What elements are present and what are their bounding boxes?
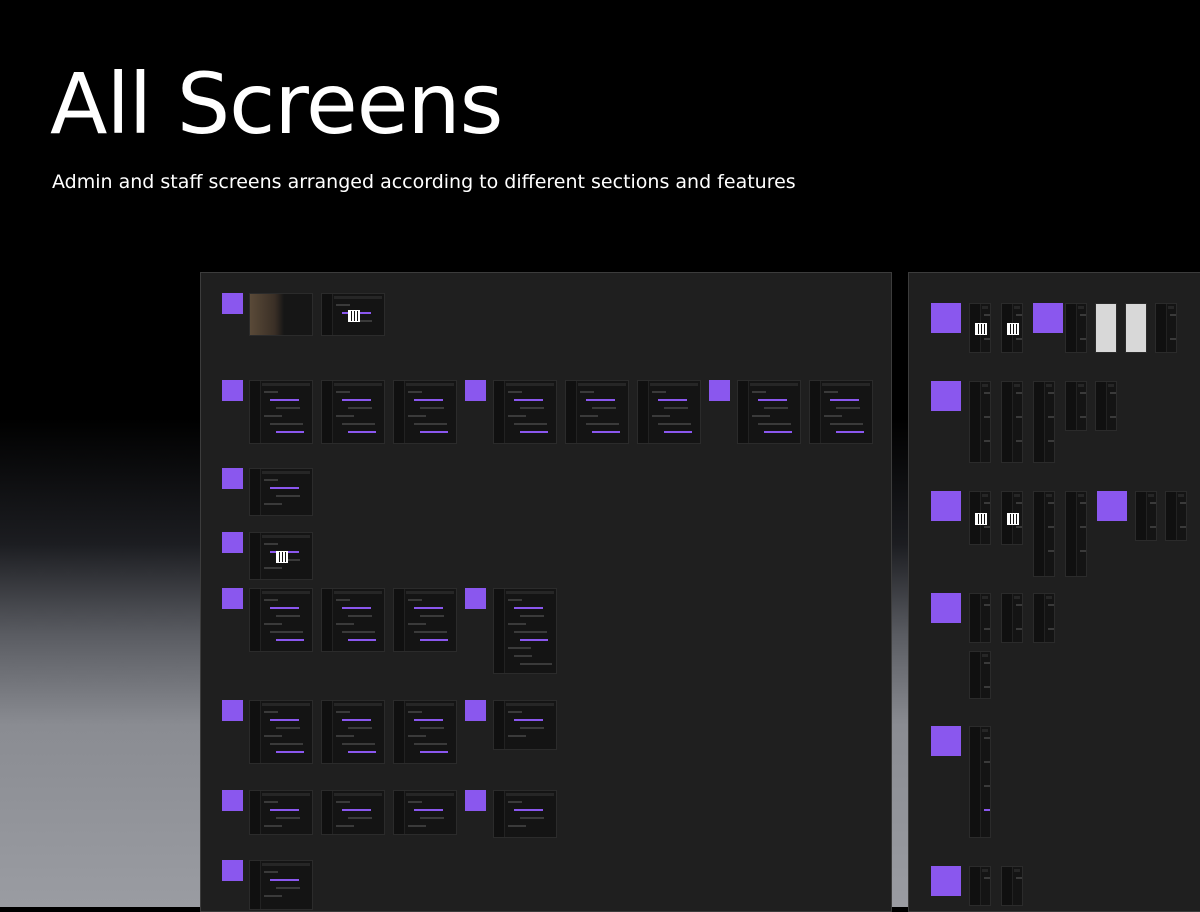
screen-thumbnail[interactable] — [393, 790, 457, 835]
screen-thumbnail[interactable] — [737, 380, 801, 444]
screen-thumbnail[interactable] — [1001, 381, 1023, 463]
screen-thumbnail[interactable] — [1001, 593, 1023, 643]
screen-thumbnail[interactable] — [1125, 303, 1147, 353]
screen-thumbnail[interactable] — [969, 381, 991, 463]
screen-thumbnail[interactable] — [493, 700, 557, 750]
screen-thumbnail[interactable] — [249, 700, 313, 764]
section-tag — [1033, 303, 1063, 333]
screen-thumbnail[interactable] — [1065, 303, 1087, 353]
screen-thumbnail[interactable] — [969, 866, 991, 906]
screen-thumbnail[interactable] — [249, 380, 313, 444]
page-title: All Screens — [50, 55, 503, 153]
screen-thumbnail[interactable] — [809, 380, 873, 444]
screen-thumbnail[interactable] — [969, 491, 991, 545]
section-tag — [222, 293, 243, 314]
screen-thumbnail[interactable] — [249, 860, 313, 910]
section-tag — [1097, 491, 1127, 521]
screen-thumbnail[interactable] — [493, 790, 557, 838]
screen-thumbnail[interactable] — [1033, 381, 1055, 463]
screen-thumbnail[interactable] — [321, 380, 385, 444]
screen-thumbnail[interactable] — [1001, 491, 1023, 545]
section-tag — [222, 588, 243, 609]
screen-thumbnail[interactable] — [1001, 303, 1023, 353]
section-tag — [931, 593, 961, 623]
section-tag — [931, 866, 961, 896]
screen-thumbnail[interactable] — [249, 532, 313, 580]
screen-thumbnail[interactable] — [321, 588, 385, 652]
section-tag — [222, 790, 243, 811]
section-tag — [222, 860, 243, 881]
screen-thumbnail[interactable] — [249, 468, 313, 516]
section-tag — [465, 790, 486, 811]
page-subtitle: Admin and staff screens arranged accordi… — [52, 171, 796, 193]
screen-thumbnail[interactable] — [969, 303, 991, 353]
section-tag — [709, 380, 730, 401]
screen-thumbnail[interactable] — [249, 790, 313, 835]
screen-thumbnail[interactable] — [1095, 381, 1117, 431]
screen-thumbnail[interactable] — [1065, 491, 1087, 577]
section-tag — [465, 700, 486, 721]
screen-thumbnail[interactable] — [249, 588, 313, 652]
section-tag — [222, 700, 243, 721]
screen-thumbnail[interactable] — [393, 700, 457, 764]
admin-screens-board — [200, 272, 892, 912]
screen-thumbnail[interactable] — [565, 380, 629, 444]
screen-thumbnail[interactable] — [1033, 491, 1055, 577]
screen-thumbnail[interactable] — [1065, 381, 1087, 431]
screen-thumbnail[interactable] — [1165, 491, 1187, 541]
screen-thumbnail[interactable] — [1033, 593, 1055, 643]
screen-thumbnail[interactable] — [493, 380, 557, 444]
screen-thumbnail[interactable] — [1135, 491, 1157, 541]
screen-thumbnail[interactable] — [249, 293, 313, 336]
screen-thumbnail[interactable] — [393, 588, 457, 652]
section-tag — [931, 491, 961, 521]
screen-thumbnail[interactable] — [1095, 303, 1117, 353]
screen-thumbnail[interactable] — [969, 726, 991, 838]
screen-thumbnail[interactable] — [493, 588, 557, 674]
screen-thumbnail[interactable] — [969, 593, 991, 643]
screen-thumbnail[interactable] — [969, 651, 991, 699]
screen-thumbnail[interactable] — [321, 700, 385, 764]
section-tag — [931, 303, 961, 333]
section-tag — [931, 726, 961, 756]
section-tag — [465, 588, 486, 609]
screen-thumbnail[interactable] — [393, 380, 457, 444]
staff-screens-board — [908, 272, 1200, 912]
section-tag — [222, 532, 243, 553]
section-tag — [931, 381, 961, 411]
screen-thumbnail[interactable] — [1001, 866, 1023, 906]
section-tag — [222, 468, 243, 489]
screen-thumbnail[interactable] — [321, 293, 385, 336]
section-tag — [465, 380, 486, 401]
screen-thumbnail[interactable] — [1155, 303, 1177, 353]
section-tag — [222, 380, 243, 401]
screen-thumbnail[interactable] — [321, 790, 385, 835]
screen-thumbnail[interactable] — [637, 380, 701, 444]
